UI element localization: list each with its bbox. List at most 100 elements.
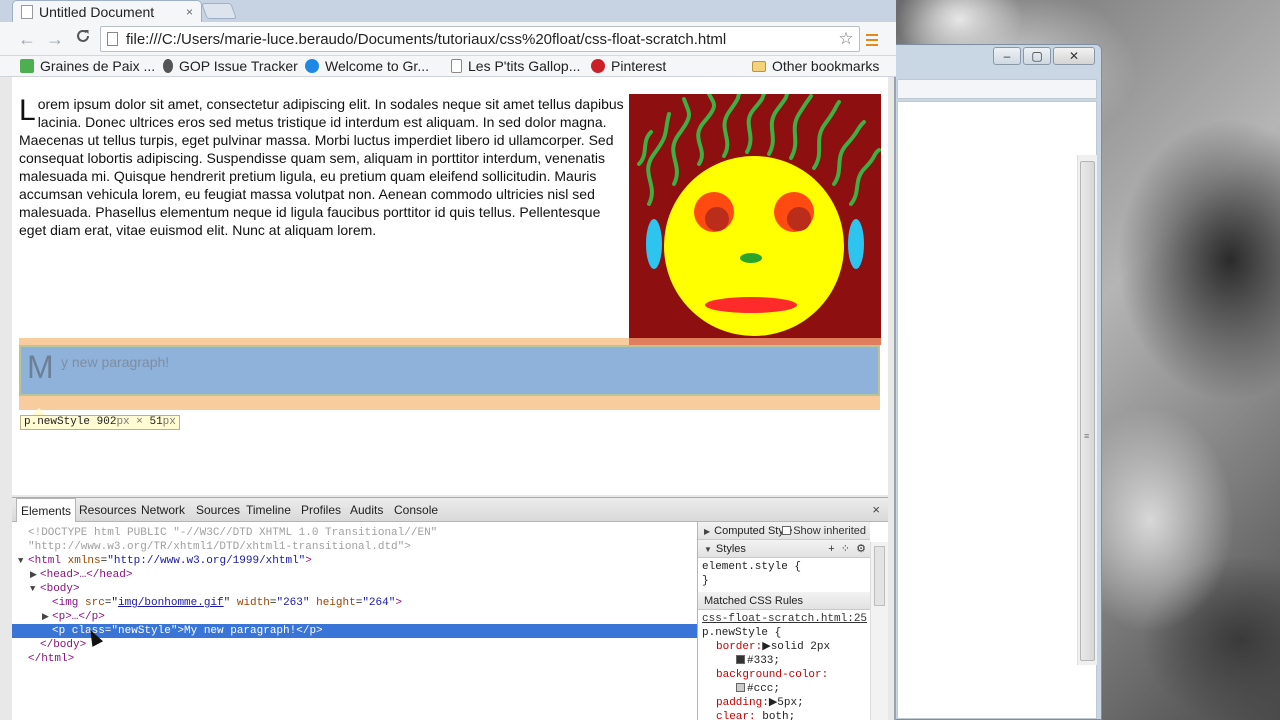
- tag: <html: [28, 555, 62, 567]
- bonhomme-image: [629, 94, 881, 338]
- dom-doctype[interactable]: <!DOCTYPE html PUBLIC "-//W3C//DTD XHTML…: [28, 526, 437, 540]
- toggle-state-icon[interactable]: ⁘: [841, 543, 850, 555]
- img-src-link[interactable]: img/bonhomme.gif: [118, 597, 224, 609]
- expand-triangle-icon[interactable]: ▶: [30, 568, 40, 582]
- dom-body-close[interactable]: </body>: [40, 638, 86, 652]
- computed-style-header[interactable]: ▶ Computed Style Show inherited: [698, 522, 870, 540]
- forward-button[interactable]: →: [44, 28, 66, 50]
- attr: width: [236, 597, 270, 609]
- maximize-button[interactable]: ▢: [1023, 47, 1051, 65]
- color-swatch[interactable]: [736, 655, 745, 664]
- prop-value: solid 2px: [770, 641, 831, 653]
- tag: <img: [52, 597, 79, 609]
- dom-p-selected[interactable]: <p class="newStyle">My new paragraph!</p…: [12, 624, 697, 638]
- menu-bar-icon: [866, 34, 878, 36]
- tab-title: Untitled Document: [39, 3, 155, 20]
- styles-scrollbar[interactable]: [870, 542, 888, 720]
- tab-profiles[interactable]: Profiles: [297, 498, 345, 522]
- bookmark-star-icon[interactable]: ☆: [833, 29, 859, 49]
- bg-color-value[interactable]: #ccc;: [702, 682, 870, 696]
- color-swatch[interactable]: [736, 683, 745, 692]
- gear-icon[interactable]: ⚙: [856, 543, 866, 555]
- prop-name: border:: [716, 641, 763, 653]
- tab-console[interactable]: Console: [390, 498, 442, 522]
- back-button[interactable]: ←: [16, 28, 38, 50]
- other-bookmarks-label: Other bookmarks: [772, 58, 880, 74]
- rule-source-link[interactable]: css-float-scratch.html:25: [702, 612, 870, 626]
- expand-triangle-icon[interactable]: ▼: [30, 582, 40, 596]
- bookmark-graines-de-paix[interactable]: Graines de Paix ...: [20, 58, 155, 74]
- bookmark-label: Graines de Paix ...: [40, 58, 156, 74]
- styles-header[interactable]: ▼ Styles + ⁘ ⚙: [698, 540, 870, 558]
- dom-tree[interactable]: <!DOCTYPE html PUBLIC "-//W3C//DTD XHTML…: [12, 522, 697, 720]
- background-window-content: [897, 101, 1097, 719]
- checkbox-icon[interactable]: [782, 526, 792, 535]
- expand-triangle-icon[interactable]: ▶: [762, 641, 770, 653]
- tab-sources[interactable]: Sources: [192, 498, 244, 522]
- attr-value: "http://www.w3.org/1999/xhtml": [107, 555, 306, 567]
- bookmark-les-ptits-gallop[interactable]: Les P'tits Gallop...: [451, 58, 580, 74]
- tab-untitled-document[interactable]: Untitled Document ×: [12, 0, 202, 22]
- attr: height: [316, 597, 356, 609]
- tab-audits[interactable]: Audits: [346, 498, 387, 522]
- tag: <head>…</head>: [40, 569, 133, 581]
- tag: <p>…</p>: [52, 611, 105, 623]
- bookmark-pinterest[interactable]: Pinterest: [591, 58, 666, 74]
- dom-img[interactable]: <img src="img/bonhomme.gif" width="263" …: [52, 596, 402, 610]
- prop-value: both;: [762, 711, 796, 720]
- face-drawing: [637, 94, 881, 336]
- dom-html-close[interactable]: </html>: [28, 652, 74, 666]
- padding-declaration[interactable]: padding:▶5px;: [702, 696, 870, 710]
- dom-doctype[interactable]: "http://www.w3.org/TR/xhtml1/DTD/xhtml1-…: [28, 540, 411, 554]
- expand-triangle-icon[interactable]: ▶: [42, 610, 52, 624]
- tab-strip: Untitled Document ×: [0, 0, 896, 22]
- devtools-close-icon[interactable]: ×: [872, 498, 880, 522]
- tooltip-unit: px: [162, 416, 176, 428]
- chrome-menu-button[interactable]: [862, 30, 882, 50]
- element-size-tooltip: p.newStyle 902px × 51px: [20, 415, 180, 430]
- dom-p-collapsed[interactable]: ▶ <p>…</p>: [42, 610, 105, 624]
- tab-elements[interactable]: Elements: [16, 498, 77, 522]
- url-text[interactable]: file:///C:/Users/marie-luce.beraudo/Docu…: [126, 31, 833, 48]
- address-bar[interactable]: file:///C:/Users/marie-luce.beraudo/Docu…: [100, 26, 860, 52]
- browser-window: Untitled Document × ← → file:///C:/Users…: [0, 0, 896, 720]
- dom-body[interactable]: ▼ <body>: [30, 582, 80, 596]
- tooltip-width: 902: [96, 416, 117, 428]
- expand-triangle-icon[interactable]: ▶: [704, 527, 710, 536]
- bookmark-gop-issue-tracker[interactable]: GOP Issue Tracker: [163, 58, 298, 74]
- other-bookmarks[interactable]: Other bookmarks: [752, 58, 879, 74]
- tab-resources[interactable]: Resources: [75, 498, 140, 522]
- new-tab-button[interactable]: [201, 3, 237, 19]
- background-window-scrollbar[interactable]: ≡: [1077, 155, 1097, 665]
- show-inherited-toggle[interactable]: Show inherited: [782, 522, 866, 540]
- background-window[interactable]: – ▢ ✕ ≡: [880, 44, 1102, 720]
- newstyle-rule[interactable]: css-float-scratch.html:25 p.newStyle { b…: [698, 612, 870, 720]
- dom-html[interactable]: ▼ <html xmlns="http://www.w3.org/1999/xht…: [18, 554, 312, 568]
- bookmark-welcome[interactable]: Welcome to Gr...: [305, 58, 429, 74]
- tab-timeline[interactable]: Timeline: [242, 498, 295, 522]
- add-rule-icon[interactable]: +: [828, 543, 834, 555]
- matched-rules-header: Matched CSS Rules: [698, 592, 870, 610]
- window-controls: – ▢ ✕: [993, 47, 1095, 65]
- expand-triangle-icon[interactable]: ▶: [769, 697, 777, 709]
- border-color-value[interactable]: #333;: [702, 654, 870, 668]
- close-tab-icon[interactable]: ×: [186, 5, 193, 19]
- bg-declaration[interactable]: background-color:: [702, 668, 870, 682]
- scrollbar-thumb[interactable]: [1080, 161, 1095, 661]
- scrollbar-thumb[interactable]: [874, 546, 885, 606]
- expand-triangle-icon[interactable]: ▼: [18, 554, 28, 568]
- bookmark-label: Les P'tits Gallop...: [468, 58, 581, 74]
- expand-triangle-icon[interactable]: ▼: [704, 545, 712, 554]
- close-button[interactable]: ✕: [1053, 47, 1095, 65]
- tab-network[interactable]: Network: [137, 498, 189, 522]
- styles-sidebar: ▶ Computed Style Show inherited ▼ Styles +…: [697, 522, 888, 720]
- element-style-rule[interactable]: element.style { }: [698, 560, 870, 588]
- border-declaration[interactable]: border:▶solid 2px: [702, 640, 870, 654]
- clear-declaration[interactable]: clear: both;: [702, 710, 870, 720]
- dom-head[interactable]: ▶ <head>…</head>: [30, 568, 132, 582]
- scrollbar-grip-icon: ≡: [1084, 431, 1090, 441]
- bug-icon: [163, 59, 173, 73]
- minimize-button[interactable]: –: [993, 47, 1021, 65]
- reload-icon: [77, 29, 89, 42]
- reload-button[interactable]: [72, 28, 94, 50]
